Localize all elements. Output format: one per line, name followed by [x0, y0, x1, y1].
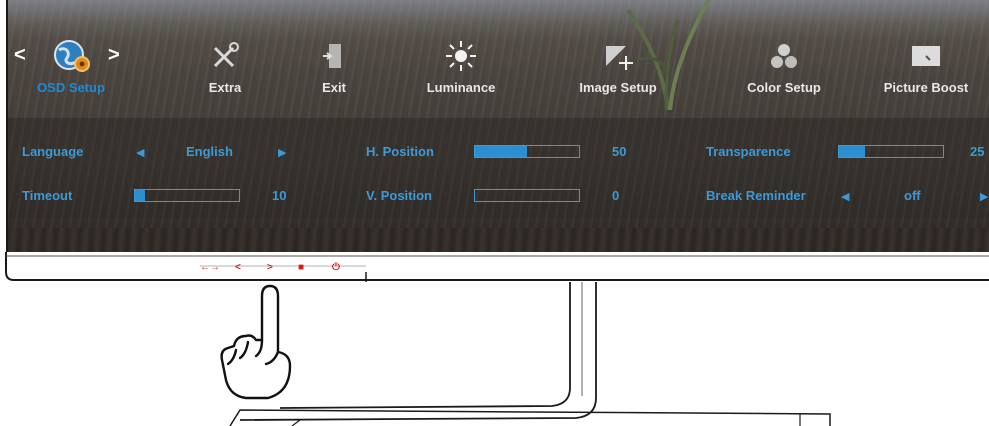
pointing-hand-icon	[220, 284, 292, 400]
left-button[interactable]: <	[235, 262, 241, 273]
right-button[interactable]: >	[267, 262, 273, 273]
source-auto-button[interactable]: ←→	[200, 262, 220, 273]
monitor-stand-neck	[279, 282, 571, 409]
menu-button[interactable]: ■	[298, 262, 304, 273]
monitor-line-drawing	[5, 252, 989, 426]
power-button[interactable]: ⏻	[332, 262, 340, 273]
